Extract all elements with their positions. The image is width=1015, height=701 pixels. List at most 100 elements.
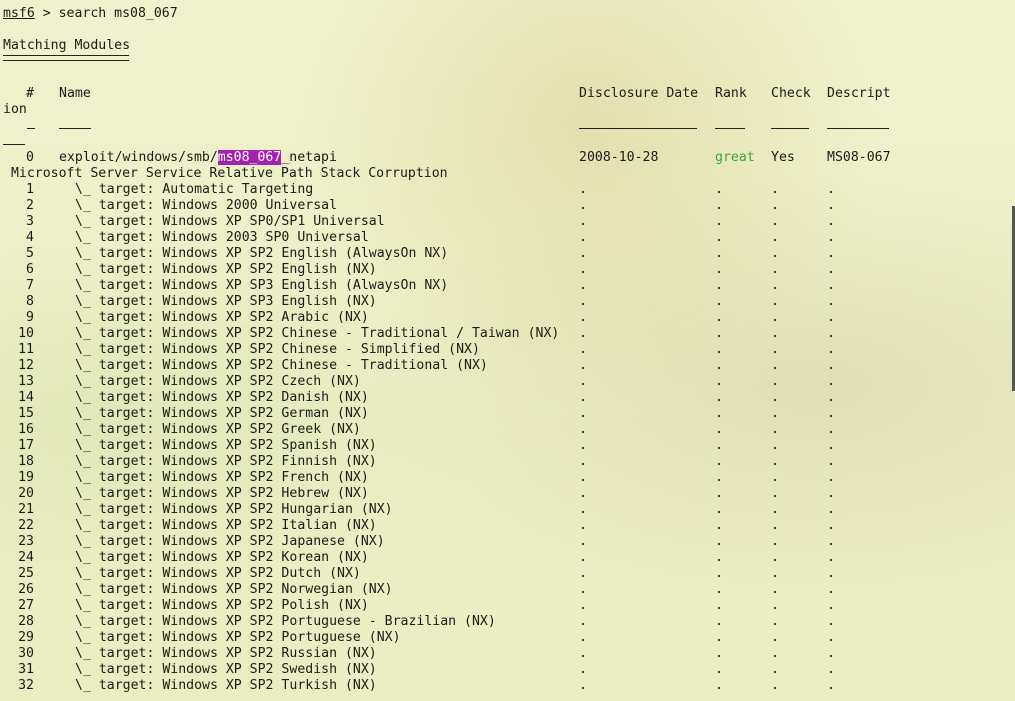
target-desc: . xyxy=(827,582,835,597)
target-desc: . xyxy=(827,182,835,197)
target-desc: . xyxy=(827,550,835,565)
target-desc: . xyxy=(827,470,835,485)
target-check: . xyxy=(771,230,779,245)
target-check: . xyxy=(771,582,779,597)
target-date: . xyxy=(579,534,587,549)
target-check: . xyxy=(771,278,779,293)
target-row: 7 \_ target: Windows XP SP3 English (Alwa… xyxy=(3,278,1015,294)
target-desc: . xyxy=(827,294,835,309)
target-rank: . xyxy=(715,502,723,517)
target-row: 1 \_ target: Automatic Targeting.... xyxy=(3,182,1015,198)
target-row: 9 \_ target: Windows XP SP2 Arabic (NX)..… xyxy=(3,310,1015,326)
target-name: \_ target: Windows XP SP2 Chinese - Trad… xyxy=(75,326,560,341)
target-desc: . xyxy=(827,662,835,677)
target-rank: . xyxy=(715,230,723,245)
target-name: \_ target: Windows XP SP2 Korean (NX) xyxy=(75,550,369,565)
target-name: \_ target: Windows XP SP3 English (Alway… xyxy=(75,278,449,293)
target-rank: . xyxy=(715,550,723,565)
target-rank: . xyxy=(715,374,723,389)
target-name: \_ target: Windows XP SP2 Portuguese - B… xyxy=(75,614,496,629)
target-row: 2 \_ target: Windows 2000 Universal.... xyxy=(3,198,1015,214)
target-desc: . xyxy=(827,678,835,693)
prompt-separator: > xyxy=(34,6,59,21)
target-check: . xyxy=(771,342,779,357)
target-num: 14 xyxy=(18,390,34,405)
target-row: 16 \_ target: Windows XP SP2 Greek (NX)..… xyxy=(3,422,1015,438)
header-name: Name xyxy=(59,86,91,101)
target-date: . xyxy=(579,390,587,405)
target-name: \_ target: Windows XP SP2 English (NX) xyxy=(75,262,377,277)
target-row: 22 \_ target: Windows XP SP2 Italian (NX)… xyxy=(3,518,1015,534)
target-desc: . xyxy=(827,326,835,341)
target-name: \_ target: Windows XP SP2 German (NX) xyxy=(75,406,369,421)
target-check: . xyxy=(771,614,779,629)
target-rank: . xyxy=(715,342,723,357)
target-date: . xyxy=(579,486,587,501)
underline-wrap xyxy=(3,134,1015,150)
target-num: 20 xyxy=(18,486,34,501)
target-check: . xyxy=(771,470,779,485)
target-desc: . xyxy=(827,358,835,373)
target-row: 28 \_ target: Windows XP SP2 Portuguese -… xyxy=(3,614,1015,630)
target-date: . xyxy=(579,182,587,197)
target-name: \_ target: Windows XP SP2 Arabic (NX) xyxy=(75,310,369,325)
target-check: . xyxy=(771,262,779,277)
terminal-output[interactable]: msf6 > search ms08_067 Matching Modules … xyxy=(3,6,1015,694)
target-check: . xyxy=(771,374,779,389)
target-num: 22 xyxy=(18,518,34,533)
target-rank: . xyxy=(715,198,723,213)
target-desc: . xyxy=(827,598,835,613)
target-row: 25 \_ target: Windows XP SP2 Dutch (NX)..… xyxy=(3,566,1015,582)
target-date: . xyxy=(579,598,587,613)
target-row: 11 \_ target: Windows XP SP2 Chinese - Si… xyxy=(3,342,1015,358)
target-rank: . xyxy=(715,438,723,453)
target-rank: . xyxy=(715,486,723,501)
table-header-row: # Name Disclosure Date Rank Check Descri… xyxy=(3,86,1015,102)
target-name: \_ target: Windows XP SP2 Russian (NX) xyxy=(75,646,377,661)
target-date: . xyxy=(579,438,587,453)
target-row: 6 \_ target: Windows XP SP2 English (NX).… xyxy=(3,262,1015,278)
target-num: 32 xyxy=(18,678,34,693)
target-num: 6 xyxy=(26,262,34,277)
target-name: \_ target: Windows 2000 Universal xyxy=(75,198,338,213)
target-row: 32 \_ target: Windows XP SP2 Turkish (NX)… xyxy=(3,678,1015,694)
target-rank: . xyxy=(715,390,723,405)
target-date: . xyxy=(579,630,587,645)
target-num: 30 xyxy=(18,646,34,661)
module-name: exploit/windows/smb/ms08_067_netapi xyxy=(59,150,337,165)
target-name: \_ target: Windows XP SP2 Portuguese (NX… xyxy=(75,630,401,645)
target-desc: . xyxy=(827,438,835,453)
target-desc: . xyxy=(827,390,835,405)
header-date: Disclosure Date xyxy=(579,86,699,101)
target-num: 9 xyxy=(26,310,34,325)
underline-check xyxy=(771,118,809,134)
target-name: \_ target: Windows XP SP2 Hebrew (NX) xyxy=(75,486,369,501)
target-date: . xyxy=(579,470,587,485)
target-name: \_ target: Windows 2003 SP0 Universal xyxy=(75,230,369,245)
target-num: 28 xyxy=(18,614,34,629)
target-rank: . xyxy=(715,422,723,437)
target-date: . xyxy=(579,214,587,229)
target-name: \_ target: Windows XP SP2 Japanese (NX) xyxy=(75,534,385,549)
target-num: 16 xyxy=(18,422,34,437)
target-num: 25 xyxy=(18,566,34,581)
target-date: . xyxy=(579,518,587,533)
target-row: 17 \_ target: Windows XP SP2 Spanish (NX)… xyxy=(3,438,1015,454)
target-num: 21 xyxy=(18,502,34,517)
target-name: \_ target: Windows XP SP0/SP1 Universal xyxy=(75,214,385,229)
target-rank: . xyxy=(715,294,723,309)
target-num: 19 xyxy=(18,470,34,485)
target-row: 4 \_ target: Windows 2003 SP0 Universal..… xyxy=(3,230,1015,246)
target-date: . xyxy=(579,550,587,565)
target-num: 15 xyxy=(18,406,34,421)
target-name: \_ target: Windows XP SP2 Turkish (NX) xyxy=(75,678,377,693)
target-row: 5 \_ target: Windows XP SP2 English (Alwa… xyxy=(3,246,1015,262)
target-row: 10 \_ target: Windows XP SP2 Chinese - Tr… xyxy=(3,326,1015,342)
target-list: 1 \_ target: Automatic Targeting.... 2 \_ t… xyxy=(3,182,1015,694)
target-check: . xyxy=(771,310,779,325)
target-check: . xyxy=(771,214,779,229)
target-date: . xyxy=(579,262,587,277)
target-check: . xyxy=(771,326,779,341)
target-check: . xyxy=(771,662,779,677)
target-check: . xyxy=(771,358,779,373)
